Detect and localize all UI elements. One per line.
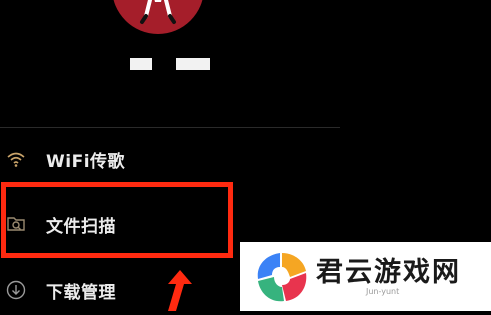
watermark-subtitle: Jun-yunt: [366, 287, 400, 296]
username-masked-segment: [176, 58, 210, 70]
menu-item-wifi-transfer[interactable]: WiFi传歌: [0, 136, 340, 182]
avatar-figure-icon: [140, 0, 176, 24]
watermark-logo-icon: [257, 252, 307, 301]
menu-item-label: 下载管理: [46, 282, 116, 303]
highlight-annotation-box: [1, 182, 233, 258]
watermark-title: 君云游戏网: [316, 257, 461, 288]
avatar[interactable]: [112, 0, 204, 34]
download-icon: [6, 280, 26, 300]
arrow-annotation-icon: [162, 270, 192, 315]
wifi-icon: [6, 149, 26, 169]
watermark: 君云游戏网 Jun-yunt: [240, 242, 491, 311]
divider: [0, 127, 340, 128]
username-masked-segment: [130, 58, 152, 70]
menu-item-label: WiFi传歌: [46, 151, 126, 172]
